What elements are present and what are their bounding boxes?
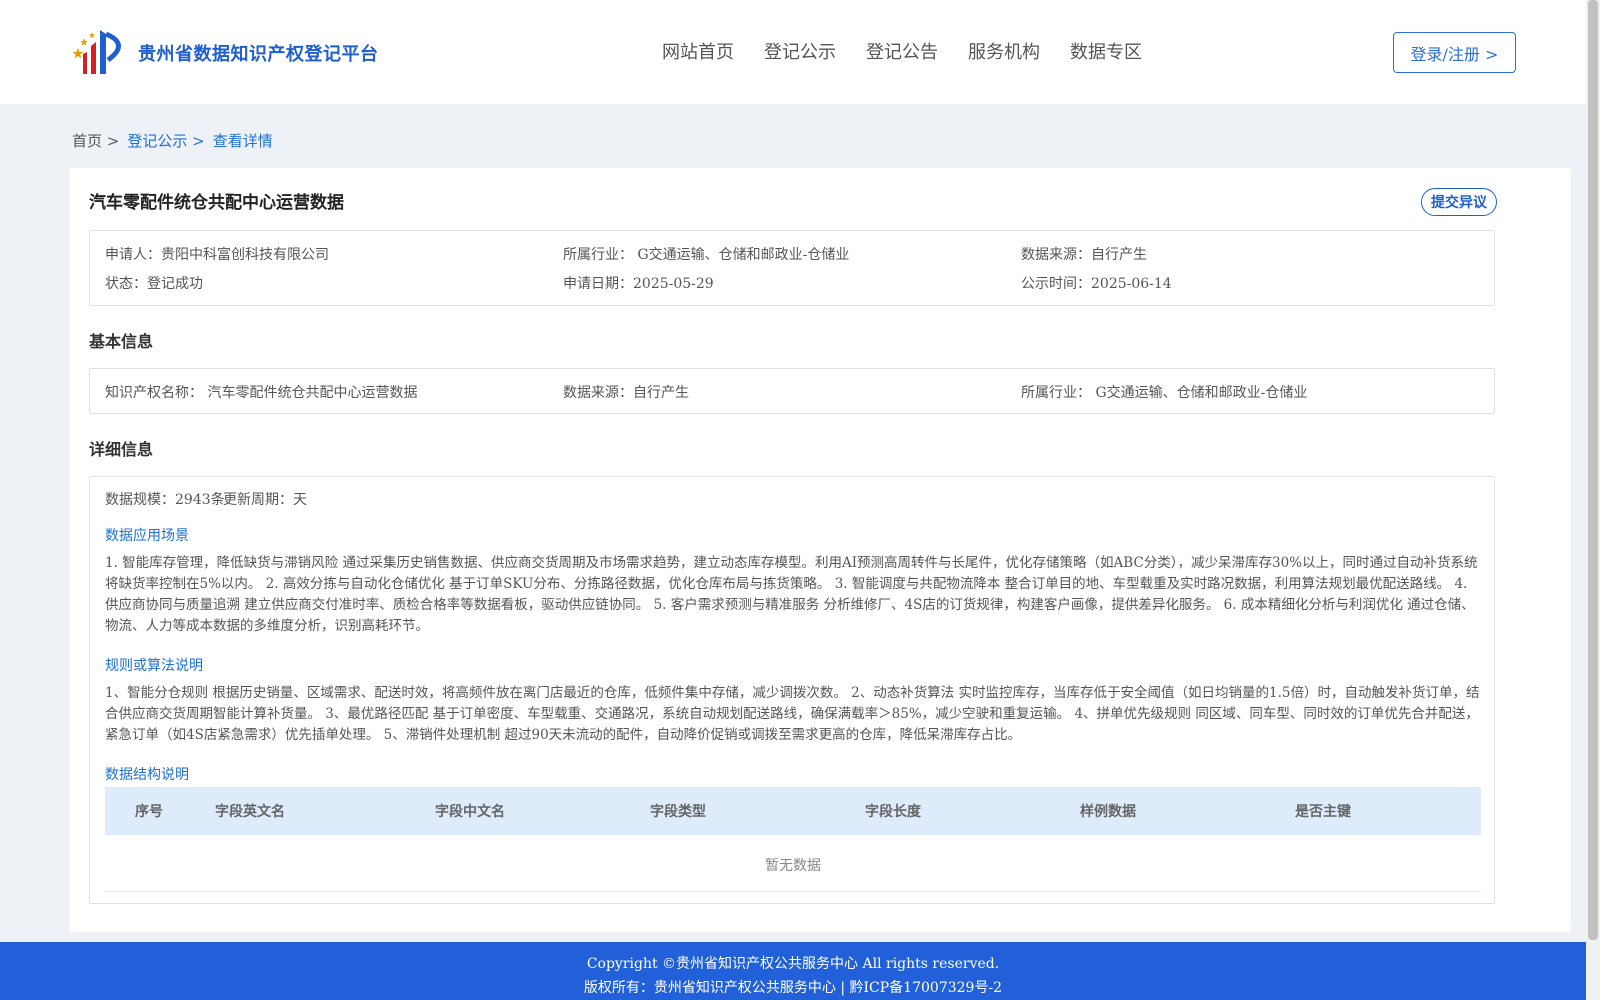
basic-info-title: 基本信息 [89,332,154,351]
scenario-title: 数据应用场景 [105,528,189,544]
data-scale-text: 数据规模：2943条 [105,492,225,508]
update-cycle-text: 更新周期：天 [223,492,307,508]
footer-icp[interactable]: 版权所有：贵州省知识产权公共服务中心 | 黔ICP备17007329号-2 [0,976,1586,1000]
industry-text: 所属行业： G交通运输、仓储和邮政业-仓储业 [563,247,850,263]
breadcrumb-home[interactable]: 首页 > [72,130,119,151]
rule-text: 1、智能分仓规则 根据历史销量、区域需求、配送时效，将高频件放在离门店最近的仓库… [105,685,1480,743]
summary-box: 申请人：贵阳中科富创科技有限公司 所属行业： G交通运输、仓储和邮政业-仓储业 … [89,230,1495,306]
table-header-sample-data: 样例数据 [1080,804,1136,820]
table-header-primary-key: 是否主键 [1295,804,1351,820]
logo-text: 贵州省数据知识产权登记平台 [138,44,379,65]
table-header-field-length: 字段长度 [865,804,921,820]
source-text: 数据来源：自行产生 [1021,247,1147,263]
page-title: 汽车零配件统仓共配中心运营数据 [89,193,344,213]
login-register-button[interactable]: 登录/注册 > [1393,32,1516,73]
table-header-english-name: 字段英文名 [215,804,285,820]
ip-name-text: 知识产权名称： 汽车零配件统仓共配中心运营数据 [105,385,418,401]
breadcrumb-registration-publicity[interactable]: 登记公示 > [127,130,204,151]
basic-industry-text: 所属行业： G交通运输、仓储和邮政业-仓储业 [1021,385,1308,401]
apply-date-text: 申请日期：2025-05-29 [563,276,714,292]
site-logo[interactable]: 贵州省数据知识产权登记平台 [72,28,379,78]
structure-table-header: 序号 字段英文名 字段中文名 字段类型 字段长度 样例数据 是否主键 [105,787,1481,835]
nav-item-service-agencies[interactable]: 服务机构 [968,38,1040,64]
breadcrumb: 首页 > 登记公示 > 查看详情 [72,130,273,151]
table-header-field-type: 字段类型 [650,804,706,820]
site-header: 贵州省数据知识产权登记平台 网站首页 登记公示 登记公告 服务机构 数据专区 登… [0,0,1586,104]
publish-time-text: 公示时间：2025-06-14 [1021,276,1172,292]
nav-item-registration-announcement[interactable]: 登记公告 [866,38,938,64]
breadcrumb-current: 查看详情 [212,132,273,150]
table-empty-text: 暂无数据 [765,858,821,874]
detail-info-title: 详细信息 [89,440,154,459]
nav-item-home[interactable]: 网站首页 [662,38,734,64]
table-bottom-divider [105,891,1481,892]
main-nav: 网站首页 登记公示 登记公告 服务机构 数据专区 [662,38,1172,64]
table-header-index: 序号 [135,804,163,820]
nav-item-registration-publicity[interactable]: 登记公示 [764,38,836,64]
scenario-text: 1. 智能库存管理，降低缺货与滞销风险 通过采集历史销售数据、供应商交货周期及市… [105,555,1478,634]
nav-item-data-zone[interactable]: 数据专区 [1070,38,1142,64]
status-text: 状态：登记成功 [105,276,203,292]
submit-objection-button[interactable]: 提交异议 [1421,188,1497,216]
logo-icon [72,30,121,74]
structure-title: 数据结构说明 [105,767,189,783]
footer-copyright: Copyright ©贵州省知识产权公共服务中心 All rights rese… [586,956,1000,972]
site-footer: Copyright ©贵州省知识产权公共服务中心 All rights rese… [0,942,1586,1000]
basic-info-box: 知识产权名称： 汽车零配件统仓共配中心运营数据 数据来源：自行产生 所属行业： … [89,368,1495,414]
basic-source-text: 数据来源：自行产生 [563,385,689,401]
rule-title: 规则或算法说明 [105,658,203,674]
table-header-chinese-name: 字段中文名 [435,804,505,820]
detail-info-box: 数据规模：2943条 更新周期：天 数据应用场景 1. 智能库存管理，降低缺货与… [89,476,1495,904]
scrollbar-thumb[interactable] [1588,0,1598,940]
applicant-text: 申请人：贵阳中科富创科技有限公司 [105,247,329,263]
detail-card: 汽车零配件统仓共配中心运营数据 提交异议 申请人：贵阳中科富创科技有限公司 所属… [69,168,1571,932]
